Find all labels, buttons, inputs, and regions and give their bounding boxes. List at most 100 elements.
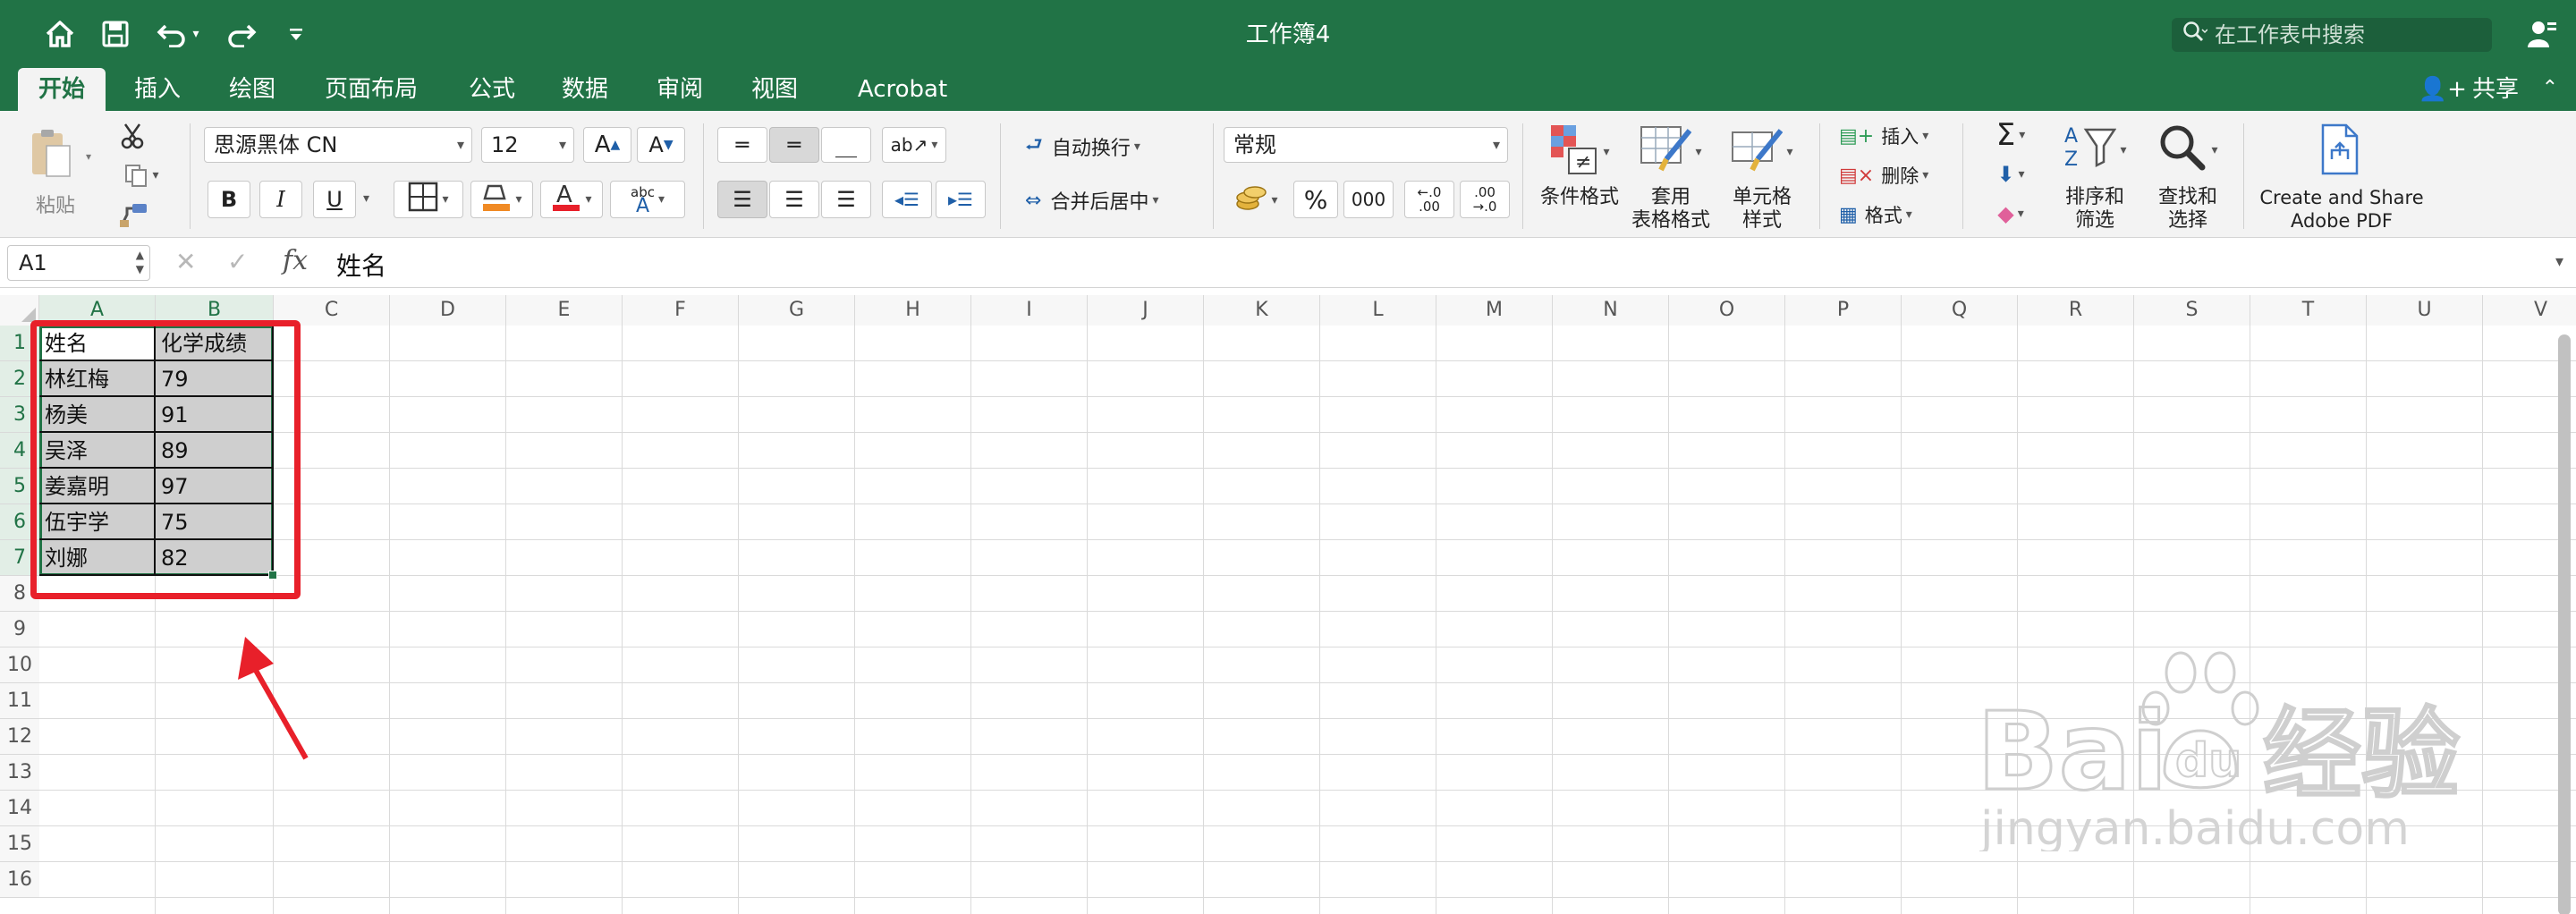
gridline-horizontal: [39, 468, 2576, 469]
column-header-L[interactable]: L: [1320, 295, 1436, 326]
number-format-field[interactable]: 常规 ▾: [1224, 127, 1508, 163]
row-header-10[interactable]: 10: [0, 647, 39, 683]
align-center-button[interactable]: ☰: [769, 181, 819, 218]
delete-cells-button[interactable]: ▤× 删除 ▾: [1839, 159, 1946, 191]
sort-filter-button[interactable]: A Z ▾: [2057, 122, 2132, 179]
align-middle-button[interactable]: ═: [769, 127, 819, 163]
row-header-12[interactable]: 12: [0, 719, 39, 755]
column-header-R[interactable]: R: [2018, 295, 2134, 326]
font-size-field[interactable]: 12 ▾: [481, 127, 574, 163]
orientation-button[interactable]: ab↗ ▾: [882, 127, 946, 163]
column-header-Q[interactable]: Q: [1902, 295, 2018, 326]
cancel-edit-icon[interactable]: ✕: [175, 247, 196, 276]
row-header-9[interactable]: 9: [0, 612, 39, 647]
row-header-16[interactable]: 16: [0, 862, 39, 898]
paste-button[interactable]: [20, 123, 82, 184]
decrease-font-size-button[interactable]: A ▼: [637, 127, 685, 163]
underline-dropdown-icon[interactable]: ▾: [363, 191, 369, 206]
create-pdf-button[interactable]: [2313, 123, 2367, 181]
format-painter-icon[interactable]: [116, 199, 152, 231]
tab-data[interactable]: 数据: [547, 68, 623, 111]
fill-color-button[interactable]: ▾: [470, 181, 533, 218]
tab-insert[interactable]: 插入: [120, 68, 195, 111]
merge-center-button[interactable]: ⇔ 合并后居中 ▾: [1025, 182, 1204, 218]
accounting-format-button[interactable]: ▾: [1225, 181, 1288, 220]
name-box[interactable]: A1 ▲ ▼: [7, 245, 150, 281]
collapse-ribbon-icon[interactable]: ⌃: [2542, 77, 2558, 99]
align-right-button[interactable]: ☰: [821, 181, 871, 218]
align-bottom-button[interactable]: ＿: [821, 127, 871, 163]
row-header-15[interactable]: 15: [0, 826, 39, 862]
worksheet-grid[interactable]: ABCDEFGHIJKLMNOPQRSTUV 1 2 3 4 5 6 7 8 9 10 11 12 13…: [0, 288, 2576, 914]
gridline-horizontal: [39, 861, 2576, 862]
tab-view[interactable]: 视图: [737, 68, 812, 111]
clear-button[interactable]: ◆ ▾: [1984, 197, 2038, 231]
insert-cells-button[interactable]: ▤+ 插入 ▾: [1839, 120, 1946, 152]
column-header-U[interactable]: U: [2367, 295, 2483, 326]
column-header-E[interactable]: E: [506, 295, 623, 326]
increase-font-size-button[interactable]: A ▲: [583, 127, 631, 163]
merge-center-icon: ⇔: [1025, 189, 1042, 212]
abc-icon: abc A: [631, 183, 655, 217]
increase-decimal-button[interactable]: ←.0.00: [1404, 181, 1454, 218]
phonetic-guide-button[interactable]: abc A ▾: [610, 181, 685, 218]
confirm-edit-icon[interactable]: ✓: [227, 247, 248, 276]
name-box-stepper-icon[interactable]: ▲ ▼: [136, 248, 144, 276]
account-icon[interactable]: [2522, 13, 2562, 55]
underline-button[interactable]: U: [313, 181, 356, 218]
fill-button[interactable]: ⬇ ▾: [1984, 157, 2038, 191]
column-header-P[interactable]: P: [1785, 295, 1902, 326]
increase-indent-button[interactable]: ▸☰: [936, 181, 986, 218]
column-header-F[interactable]: F: [623, 295, 739, 326]
column-header-I[interactable]: I: [971, 295, 1088, 326]
decrease-indent-button[interactable]: ◂☰: [882, 181, 932, 218]
cell-styles-button[interactable]: ▾: [1724, 123, 1800, 181]
font-color-button[interactable]: A ▾: [540, 181, 603, 218]
decrease-decimal-button[interactable]: .00 →.0: [1460, 181, 1510, 218]
find-select-button[interactable]: ▾: [2150, 122, 2225, 179]
column-header-S[interactable]: S: [2134, 295, 2250, 326]
insert-function-button[interactable]: fx: [283, 245, 308, 276]
tab-page-layout[interactable]: 页面布局: [313, 68, 429, 111]
copy-icon[interactable]: ▾: [114, 159, 168, 191]
column-header-G[interactable]: G: [739, 295, 855, 326]
conditional-formatting-button[interactable]: ≠ ▾: [1542, 123, 1617, 181]
row-header-13[interactable]: 13: [0, 755, 39, 791]
tab-draw[interactable]: 绘图: [215, 68, 290, 111]
wrap-text-button[interactable]: ⮐ 自动换行 ▾: [1025, 129, 1182, 165]
tab-review[interactable]: 审阅: [642, 68, 717, 111]
borders-button[interactable]: ▾: [394, 181, 463, 218]
format-as-table-button[interactable]: ▾: [1633, 123, 1708, 181]
column-header-M[interactable]: M: [1436, 295, 1553, 326]
column-header-K[interactable]: K: [1204, 295, 1320, 326]
bold-button[interactable]: B: [208, 181, 250, 218]
font-name-field[interactable]: 思源黑体 CN ▾: [204, 127, 472, 163]
expand-formula-bar-icon[interactable]: ▾: [2555, 252, 2563, 271]
cut-icon[interactable]: [116, 120, 148, 152]
column-header-N[interactable]: N: [1553, 295, 1669, 326]
search-box[interactable]: [2172, 18, 2492, 52]
percent-button[interactable]: %: [1293, 181, 1338, 218]
tab-home[interactable]: 开始: [18, 68, 106, 111]
row-header-11[interactable]: 11: [0, 683, 39, 719]
column-header-H[interactable]: H: [855, 295, 971, 326]
tab-acrobat[interactable]: Acrobat: [835, 68, 970, 111]
column-header-D[interactable]: D: [390, 295, 506, 326]
row-header-14[interactable]: 14: [0, 791, 39, 826]
search-input[interactable]: [2215, 22, 2483, 47]
formula-input[interactable]: 姓名: [336, 247, 386, 283]
thousands-separator-button[interactable]: 000: [1343, 181, 1394, 218]
column-header-J[interactable]: J: [1088, 295, 1204, 326]
column-header-T[interactable]: T: [2250, 295, 2367, 326]
align-left-button[interactable]: ☰: [717, 181, 767, 218]
share-button[interactable]: 👤+ 共享: [2419, 68, 2519, 111]
autosum-button[interactable]: Σ ▾: [1984, 117, 2038, 153]
column-header-O[interactable]: O: [1669, 295, 1785, 326]
format-cells-button[interactable]: ▦ 格式 ▾: [1839, 199, 1946, 231]
paste-dropdown-icon[interactable]: ▾: [86, 150, 91, 163]
align-top-button[interactable]: ═: [717, 127, 767, 163]
tab-formulas[interactable]: 公式: [454, 68, 530, 111]
italic-button[interactable]: I: [259, 181, 302, 218]
vertical-scrollbar[interactable]: [2558, 334, 2571, 914]
column-header-V[interactable]: V: [2483, 295, 2576, 326]
